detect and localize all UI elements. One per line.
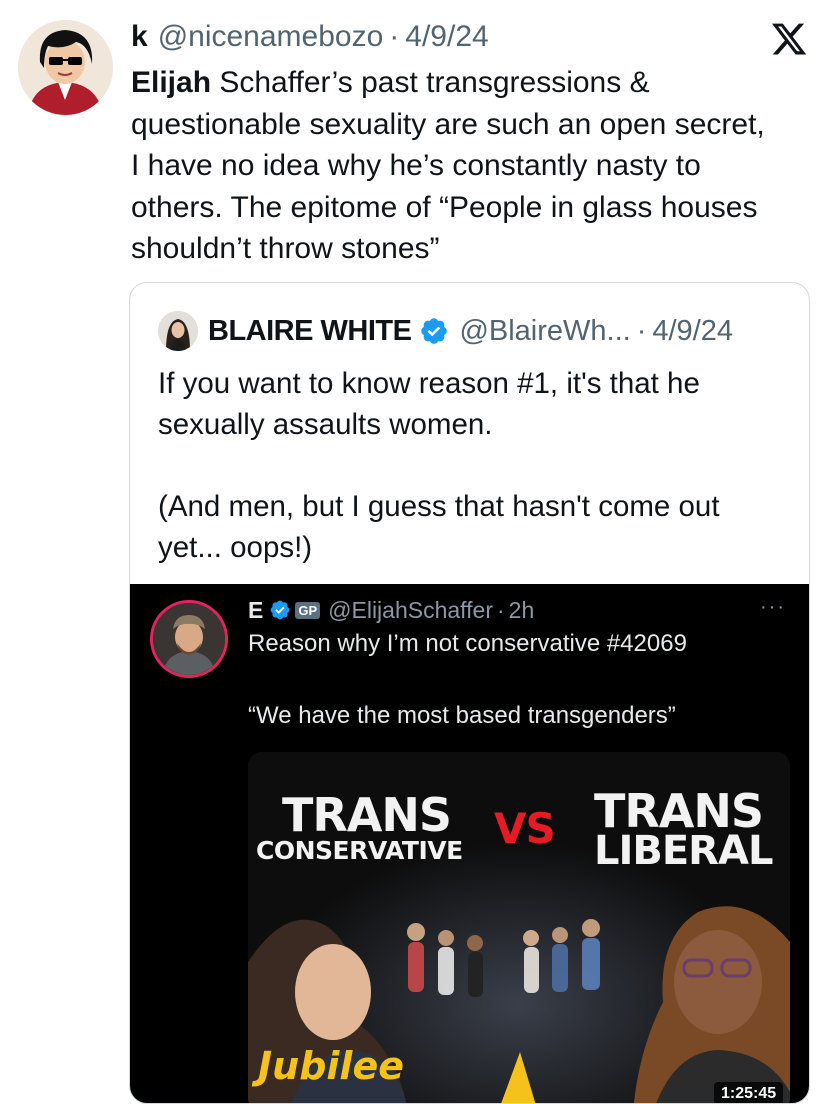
verified-badge-icon [269, 599, 291, 621]
author-avatar[interactable] [18, 20, 113, 115]
x-logo-icon[interactable] [770, 20, 808, 58]
tweet-text-line: others. The epitome of “People in glass … [131, 190, 758, 224]
jubilee-logo: Jubilee [258, 1044, 404, 1088]
affiliate-badge: GP [295, 601, 321, 619]
thumbnail-subtitle-left: CONSERVATIVE [256, 836, 463, 865]
embedded-author-name: E [248, 596, 264, 623]
video-duration: 1:25:45 [714, 1082, 784, 1103]
embedded-tweet-header: E GP @ElijahSchaffer · 2h [248, 594, 534, 626]
attached-screenshot[interactable]: E GP @ElijahSchaffer · 2h ··· Reason why… [130, 584, 809, 1103]
quoted-author-avatar[interactable] [158, 311, 198, 351]
thumbnail-subtitle-right: LIBERAL [594, 828, 773, 874]
quoted-author-handle[interactable]: @BlaireWh... [459, 315, 630, 348]
video-thumbnail: TRANS CONSERVATIVE VS TRANS LIBERAL Jubi… [248, 752, 790, 1103]
tweet-text-line: questionable sexuality are such an open … [131, 107, 765, 141]
tweet-header: k @nicenamebozo · 4/9/24 [131, 17, 489, 57]
author-handle[interactable]: @nicenamebozo [158, 20, 384, 54]
tweet-text-line: Schaffer’s past transgressions & [211, 66, 650, 99]
tweet-text: Elijah Schaffer’s past transgressions & … [131, 62, 811, 270]
tweet-text-bold: Elijah [131, 66, 212, 99]
quoted-tweet-paragraph: If you want to know reason #1, it's that… [158, 367, 700, 441]
embedded-tweet-time: 2h [508, 596, 535, 623]
quoted-tweet-date[interactable]: 4/9/24 [652, 315, 733, 348]
quoted-tweet-card[interactable]: BLAIRE WHITE @BlaireWh... · 4/9/24 If yo… [129, 282, 810, 1104]
verified-badge-icon [419, 316, 449, 346]
embedded-tweet-quote: “We have the most based transgenders” [248, 702, 676, 729]
separator-dot: · [496, 596, 505, 623]
thumbnail-title-left: TRANS [282, 788, 452, 842]
embedded-tweet-text: Reason why I’m not conservative #42069 [248, 630, 687, 657]
tweet-text-line: I have no idea why he’s constantly nasty… [131, 149, 701, 182]
separator-dot: · [636, 314, 647, 347]
thumbnail-vs: VS [494, 804, 556, 853]
quoted-tweet-text: If you want to know reason #1, it's that… [158, 363, 788, 568]
quoted-tweet-paragraph: (And men, but I guess that hasn't come o… [158, 490, 720, 564]
quoted-author-name[interactable]: BLAIRE WHITE [208, 315, 412, 348]
author-name[interactable]: k [131, 20, 148, 54]
embedded-author-handle: @ElijahSchaffer [328, 596, 493, 623]
quoted-tweet-header: BLAIRE WHITE @BlaireWh... · 4/9/24 [158, 311, 733, 351]
tweet-text-line: shouldn’t throw stones” [131, 232, 440, 265]
more-options-icon: ··· [760, 596, 786, 618]
tweet-date[interactable]: 4/9/24 [405, 20, 488, 54]
separator-dot: · [389, 20, 400, 53]
embedded-author-avatar [150, 600, 228, 678]
